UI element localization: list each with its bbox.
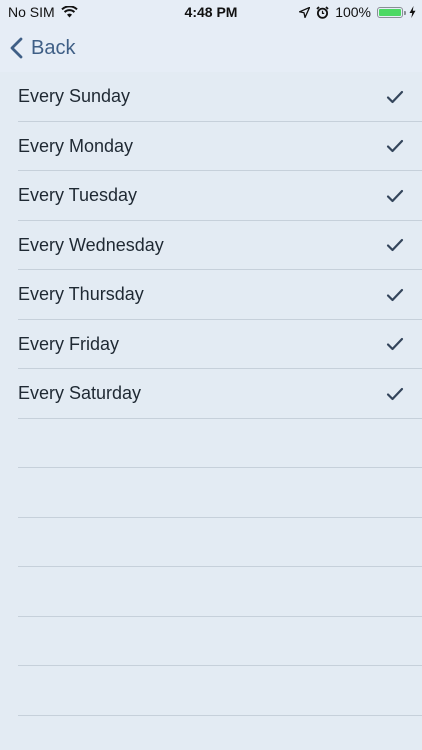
status-bar: No SIM 4:48 PM 100%	[0, 0, 422, 24]
list-item-label: Every Monday	[18, 135, 134, 156]
list-item-saturday[interactable]: Every Saturday	[0, 369, 422, 419]
battery-icon	[377, 6, 406, 18]
list-item-wednesday[interactable]: Every Wednesday	[0, 221, 422, 271]
empty-row	[0, 468, 422, 518]
checkmark-icon	[386, 140, 404, 153]
location-arrow-icon	[299, 6, 311, 18]
list-item-label: Every Tuesday	[18, 185, 138, 206]
checkmark-icon	[386, 288, 404, 301]
charging-icon	[409, 6, 416, 18]
list-item-label: Every Friday	[18, 333, 120, 354]
checkmark-icon	[386, 387, 404, 400]
empty-row	[0, 617, 422, 667]
empty-row	[0, 567, 422, 617]
checkmark-icon	[386, 90, 404, 103]
list-item-monday[interactable]: Every Monday	[0, 122, 422, 172]
list-item-tuesday[interactable]: Every Tuesday	[0, 171, 422, 221]
back-button[interactable]: Back	[10, 34, 75, 62]
checkmark-icon	[386, 338, 404, 351]
list-item-sunday[interactable]: Every Sunday	[0, 72, 422, 122]
chevron-left-icon	[10, 37, 23, 59]
alarm-icon	[316, 5, 329, 19]
checkmark-icon	[386, 239, 404, 252]
navigation-bar: Back	[0, 24, 422, 72]
list-item-friday[interactable]: Every Friday	[0, 320, 422, 370]
list-item-label: Every Saturday	[18, 383, 142, 404]
list-item-label: Every Sunday	[18, 86, 131, 107]
list-item-thursday[interactable]: Every Thursday	[0, 270, 422, 320]
list-item-label: Every Wednesday	[18, 234, 164, 255]
back-label: Back	[31, 36, 76, 59]
empty-row	[0, 419, 422, 469]
repeat-days-list: Every Sunday Every Monday Every Tuesday …	[0, 72, 422, 750]
battery-percentage: 100%	[335, 4, 371, 20]
status-right: 100%	[299, 4, 416, 20]
checkmark-icon	[386, 189, 404, 202]
empty-row	[0, 518, 422, 568]
list-item-label: Every Thursday	[18, 284, 144, 305]
empty-row	[0, 666, 422, 716]
